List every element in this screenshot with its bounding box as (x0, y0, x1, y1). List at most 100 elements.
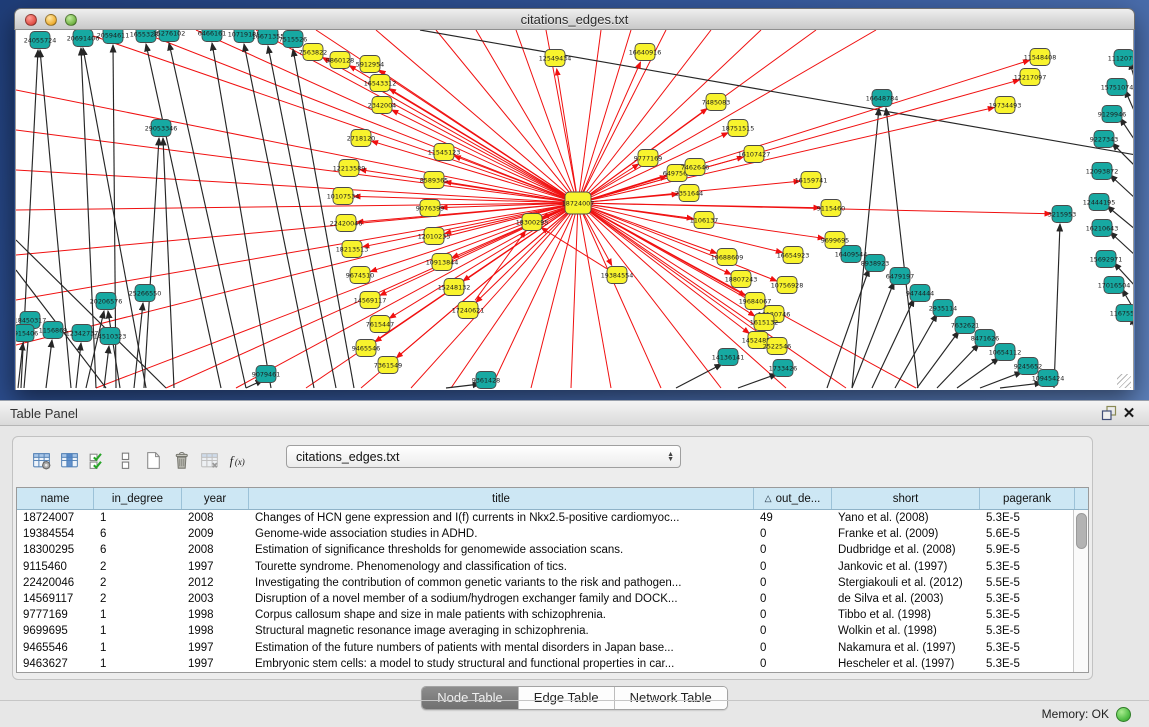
graph-edge[interactable] (372, 141, 567, 199)
table-row[interactable]: 946554611997Estimation of the future num… (17, 640, 1073, 656)
window-resize-grip[interactable] (1117, 374, 1131, 388)
table-cell[interactable]: 18300295 (17, 544, 94, 556)
table-cell[interactable]: 5.3E-5 (980, 625, 1073, 637)
table-cell[interactable]: Genome-wide association studies in ADHD. (249, 528, 754, 540)
table-cell[interactable]: 1997 (182, 658, 249, 670)
table-row[interactable]: 977716911998Corpus callosum shape and si… (17, 607, 1073, 623)
table-row[interactable]: 2242004622012Investigating the contribut… (17, 575, 1073, 591)
table-cell[interactable]: 49 (754, 512, 832, 524)
column-header-title[interactable]: title (249, 488, 754, 509)
table-cell[interactable]: 2008 (182, 544, 249, 556)
graph-edge[interactable] (392, 110, 567, 198)
graph-edge[interactable] (1112, 143, 1134, 167)
table-cell[interactable]: 0 (754, 561, 832, 573)
delete-table-icon[interactable] (167, 447, 195, 473)
table-cell[interactable]: Tibbo et al. (1998) (832, 609, 980, 621)
table-cell[interactable]: Estimation of the future numbers of pati… (249, 642, 754, 654)
table-row[interactable]: 969969511998Structural magnetic resonanc… (17, 623, 1073, 639)
graph-edge[interactable] (827, 269, 869, 388)
table-cell[interactable]: 9699695 (17, 625, 94, 637)
table-row[interactable]: 1872400712008Changes of HCN gene express… (17, 510, 1073, 526)
table-cell[interactable]: Structural magnetic resonance image aver… (249, 625, 754, 637)
table-cell[interactable]: 9777169 (17, 609, 94, 621)
table-row[interactable]: 1938455462009Genome-wide association stu… (17, 526, 1073, 542)
table-cell[interactable]: Stergiakouli et al. (2012) (832, 577, 980, 589)
graph-edge[interactable] (46, 340, 52, 388)
table-cell[interactable]: 5.6E-5 (980, 528, 1073, 540)
graph-edge[interactable] (937, 344, 979, 388)
column-header-pagerank[interactable]: pagerank (980, 488, 1075, 509)
table-cell[interactable]: Nakamura et al. (1997) (832, 642, 980, 654)
graph-edge[interactable] (389, 89, 567, 197)
table-cell[interactable]: 9463627 (17, 658, 94, 670)
graph-edge[interactable] (169, 43, 246, 388)
table-cell[interactable]: Corpus callosum shape and size in male p… (249, 609, 754, 621)
table-cell[interactable]: 5.9E-5 (980, 544, 1073, 556)
table-cell[interactable]: 1 (94, 642, 182, 654)
table-cell[interactable]: 0 (754, 544, 832, 556)
function-builder-icon[interactable]: f(x) (223, 447, 251, 473)
table-cell[interactable]: 0 (754, 658, 832, 670)
table-cell[interactable]: 5.3E-5 (980, 593, 1073, 605)
graph-edge[interactable] (104, 346, 109, 388)
table-cell[interactable]: 1997 (182, 642, 249, 654)
graph-edge[interactable] (886, 108, 918, 388)
table-cell[interactable]: 2009 (182, 528, 249, 540)
graph-edge[interactable] (917, 331, 959, 388)
table-cell[interactable]: 1 (94, 658, 182, 670)
table-cell[interactable]: 2 (94, 577, 182, 589)
graph-edge[interactable] (163, 138, 174, 388)
table-cell[interactable]: 6 (94, 544, 182, 556)
graph-edge[interactable] (571, 203, 578, 388)
table-cell[interactable]: 5.3E-5 (980, 512, 1073, 524)
table-cell[interactable]: 5.3E-5 (980, 561, 1073, 573)
graph-edge[interactable] (590, 205, 693, 219)
graph-edge[interactable] (446, 384, 480, 388)
column-header-short[interactable]: short (832, 488, 980, 509)
column-header-in-degree[interactable]: in_degree (94, 488, 182, 509)
graph-edge[interactable] (738, 374, 777, 388)
table-row[interactable]: 1830029562008Estimation of significance … (17, 542, 1073, 558)
table-cell[interactable]: 1997 (182, 561, 249, 573)
graph-edge[interactable] (16, 203, 578, 210)
graph-edge[interactable] (583, 62, 641, 192)
graph-edge[interactable] (1054, 224, 1060, 388)
table-cell[interactable]: Franke et al. (2009) (832, 528, 980, 540)
table-cell[interactable]: Investigating the contribution of common… (249, 577, 754, 589)
table-cell[interactable]: 1998 (182, 625, 249, 637)
table-cell[interactable]: 1 (94, 625, 182, 637)
table-cell[interactable]: 9115460 (17, 561, 94, 573)
graph-edge[interactable] (196, 30, 578, 203)
import-table-icon[interactable] (195, 447, 223, 473)
close-panel-icon[interactable]: ✕ (1119, 403, 1139, 423)
table-cell[interactable]: 1998 (182, 609, 249, 621)
table-settings-icon[interactable] (27, 447, 55, 473)
table-cell[interactable]: 22420046 (17, 577, 94, 589)
table-scrollbar-thumb[interactable] (1076, 513, 1087, 549)
table-cell[interactable]: Embryonic stem cells: a model to study s… (249, 658, 754, 670)
table-cell[interactable]: Jankovic et al. (1997) (832, 561, 980, 573)
table-cell[interactable]: 2 (94, 593, 182, 605)
graph-edge[interactable] (146, 44, 221, 388)
table-cell[interactable]: 19384554 (17, 528, 94, 540)
graph-edge[interactable] (420, 30, 1134, 155)
table-cell[interactable]: 1 (94, 609, 182, 621)
column-header-out-de-[interactable]: △out_de... (754, 488, 832, 509)
graph-edge[interactable] (1120, 118, 1134, 142)
new-document-icon[interactable] (139, 447, 167, 473)
table-row[interactable]: 946362711997Embryonic stem cells: a mode… (17, 656, 1073, 672)
table-cell[interactable]: 2008 (182, 512, 249, 524)
graph-edge[interactable] (212, 43, 271, 388)
table-scrollbar[interactable] (1073, 510, 1088, 672)
table-cell[interactable]: Disruption of a novel member of a sodium… (249, 593, 754, 605)
graph-edge[interactable] (16, 203, 578, 255)
table-cell[interactable]: 2 (94, 561, 182, 573)
table-cell[interactable]: Dudbridge et al. (2008) (832, 544, 980, 556)
graph-edge[interactable] (136, 30, 578, 203)
table-cell[interactable]: 0 (754, 609, 832, 621)
table-cell[interactable]: 0 (754, 528, 832, 540)
graph-edge[interactable] (108, 311, 120, 388)
table-cell[interactable]: 1 (94, 512, 182, 524)
window-titlebar[interactable]: citations_edges.txt (14, 8, 1135, 30)
table-cell[interactable]: 2003 (182, 593, 249, 605)
